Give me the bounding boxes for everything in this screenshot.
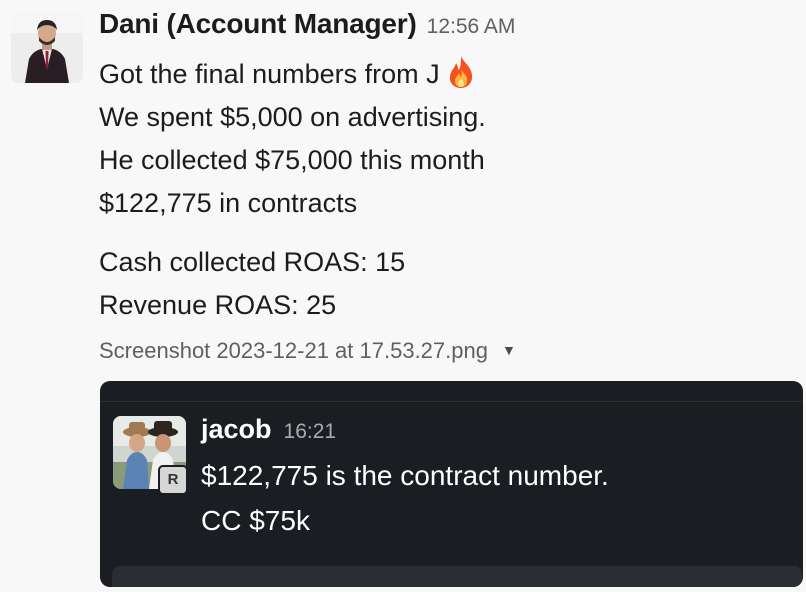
preview-body: $122,775 is the contract number. CC $75k (201, 453, 609, 543)
message: Dani (Account Manager) 12:56 AM Got the f… (0, 0, 806, 592)
preview-line: CC $75k (201, 505, 310, 536)
message-line: He collected $75,000 this month (99, 145, 485, 175)
image-preview[interactable]: R jacob 16:21 $122,775 is the contract nu… (100, 381, 803, 587)
message-line: $122,775 in contracts (99, 188, 358, 218)
preview-sender: jacob (201, 414, 272, 444)
timestamp[interactable]: 12:56 AM (427, 15, 516, 38)
preview-time: 16:21 (283, 420, 337, 443)
preview-divider (100, 401, 803, 402)
preview-header: jacob 16:21 (201, 414, 336, 445)
message-line: We spent $5,000 on advertising. (99, 102, 486, 132)
attachment-filename: Screenshot 2023-12-21 at 17.53.27.png (99, 338, 488, 363)
message-line: Cash collected ROAS: 15 (99, 247, 406, 277)
fire-icon (446, 55, 476, 102)
preview-footer (112, 566, 802, 587)
caret-down-icon[interactable]: ▼ (502, 342, 516, 358)
sender-name[interactable]: Dani (Account Manager) (99, 8, 417, 39)
preview-line: $122,775 is the contract number. (201, 460, 609, 491)
avatar[interactable] (11, 11, 83, 83)
preview-badge: R (158, 465, 188, 495)
message-header: Dani (Account Manager) 12:56 AM (99, 8, 515, 40)
message-body: Got the final numbers from J We spent $5… (99, 53, 486, 327)
attachment-toggle[interactable]: Screenshot 2023-12-21 at 17.53.27.png ▼ (99, 338, 516, 364)
message-line: Got the final numbers from J (99, 53, 486, 96)
message-line: Revenue ROAS: 25 (99, 290, 337, 320)
